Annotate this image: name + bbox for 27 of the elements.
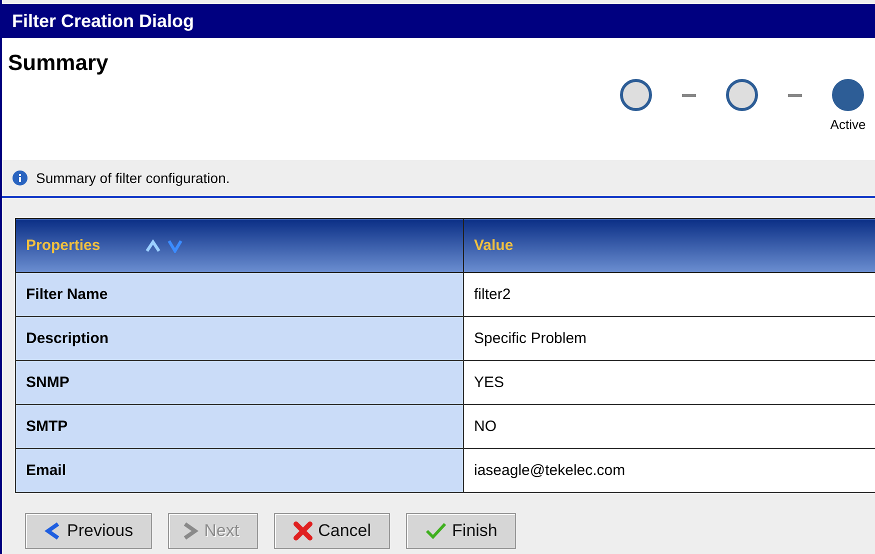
checkmark-icon [425,522,448,540]
value-cell: iaseagle@tekelec.com [464,448,875,492]
property-cell: SNMP [16,360,464,404]
cancel-button[interactable]: Cancel [274,513,390,549]
value-cell: filter2 [464,272,875,316]
value-cell: YES [464,360,875,404]
info-icon [12,170,28,186]
right-chevron-icon [181,522,200,540]
column-header-label: Properties [26,237,100,254]
finish-button[interactable]: Finish [406,513,516,549]
property-cell: Email [16,448,464,492]
property-cell: Filter Name [16,272,464,316]
left-chevron-icon [44,522,62,540]
property-cell: SMTP [16,404,464,448]
step-separator [788,94,802,97]
step-separator [682,94,696,97]
info-message: Summary of filter configuration. [36,170,230,186]
window-title: Filter Creation Dialog [12,10,194,32]
close-icon [293,521,314,541]
previous-button[interactable]: Previous [25,513,152,549]
property-cell: Description [16,316,464,360]
value-cell: NO [464,404,875,448]
column-header[interactable]: Value [464,218,875,272]
column-header[interactable]: Properties [16,218,464,272]
step-label: Active [830,117,866,132]
page-heading: Summary [8,50,108,77]
value-cell: Specific Problem [464,316,875,360]
